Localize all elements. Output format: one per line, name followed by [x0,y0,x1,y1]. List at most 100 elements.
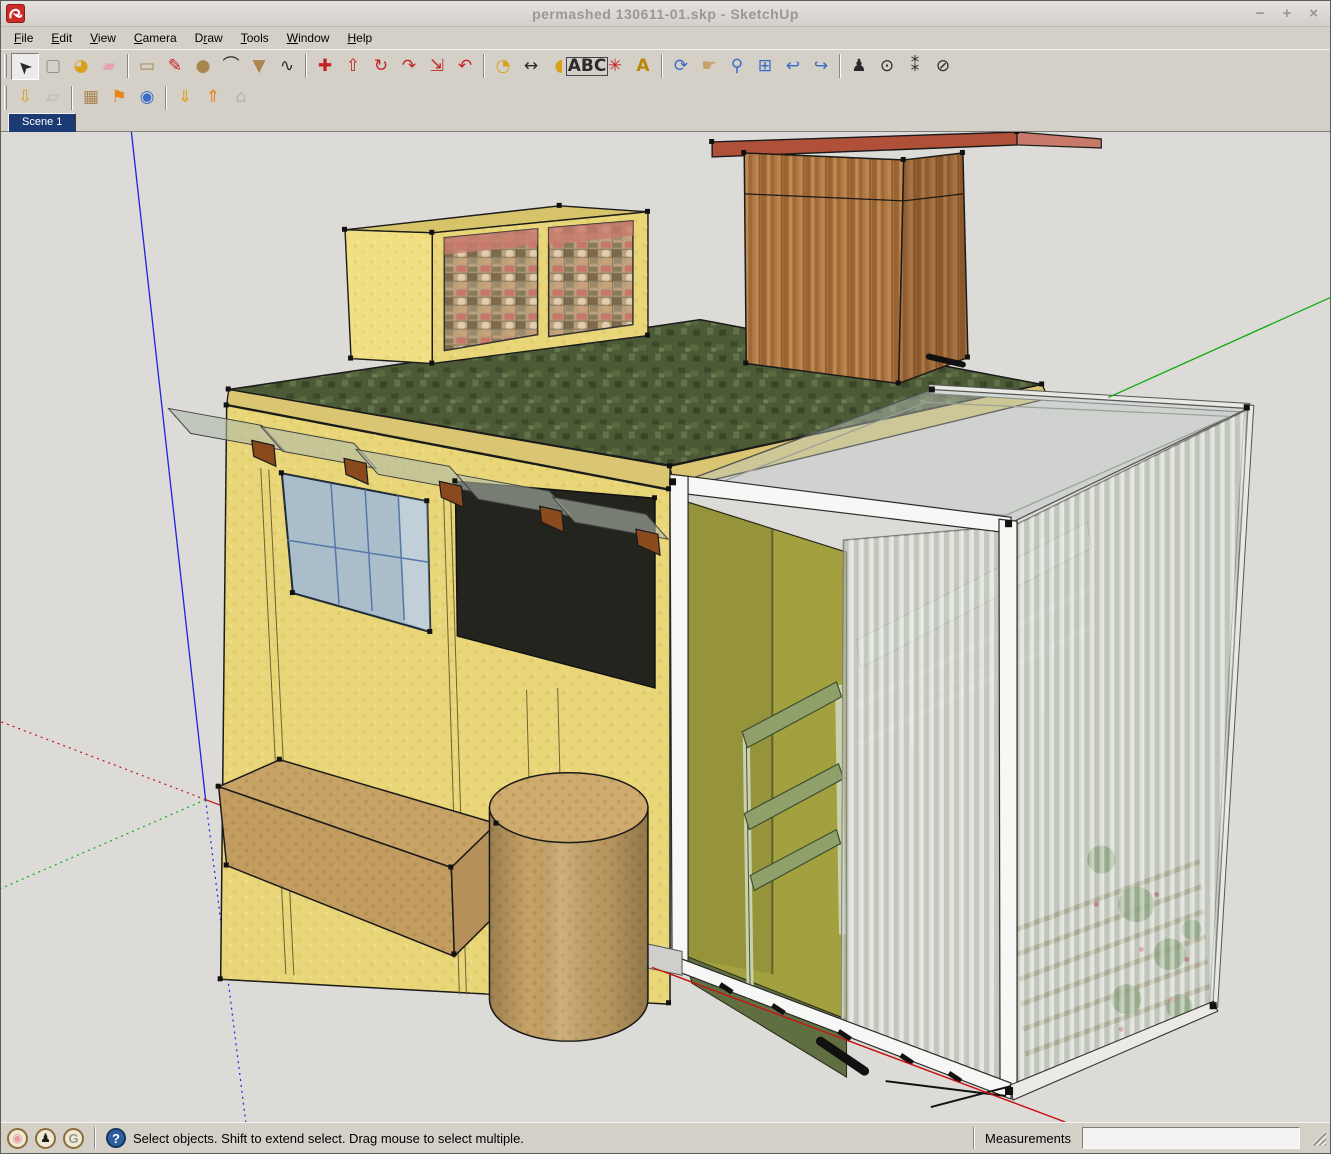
arc-tool-button[interactable]: ⌒ [217,53,245,80]
look-around-eye-icon: ⊙ [880,58,894,75]
close-button[interactable]: × [1309,6,1318,21]
scale-tool-button[interactable]: ⇲ [423,53,451,80]
offset-tool-button[interactable]: ↶ [451,53,479,80]
tape-measure-icon: ◔ [496,58,511,75]
orbit-icon: ⟳ [674,58,688,75]
line-tool-button[interactable]: ✎ [161,53,189,80]
make-component-button[interactable]: ▢ [39,53,67,80]
zoom-next-icon: ↪ [814,58,828,75]
zoom-previous-button[interactable]: ↩ [779,53,807,80]
share-component-button[interactable]: ⌂ [227,84,255,111]
menu-camera[interactable]: Camera [125,28,186,48]
protractor-icon: ◖ [555,58,564,75]
pan-hand-icon: ☛ [701,58,716,75]
water-tank[interactable] [712,132,1101,383]
menu-view[interactable]: View [81,28,125,48]
status-bar: ◉ ♟ G ? Select objects. Shift to extend … [1,1122,1330,1153]
arc-icon: ⌒ [223,58,240,75]
follow-me-tool-button[interactable]: ↷ [395,53,423,80]
walk-tool-button[interactable]: ⁑ [901,53,929,80]
get-models-button[interactable]: ⇓ [171,84,199,111]
google-earth-button[interactable]: ◉ [133,84,161,111]
toolbar-grip[interactable] [4,86,7,110]
menu-tools[interactable]: Tools [232,28,278,48]
greenhouse[interactable] [669,384,1254,1107]
toggle-terrain-button[interactable]: ▱ [39,84,67,111]
rotate-tool-button[interactable]: ↻ [367,53,395,80]
window-title: permashed 130611-01.skp - SketchUp [1,6,1330,22]
zoom-extents-button[interactable]: ⊞ [751,53,779,80]
dimensions-button[interactable]: ↔ [517,53,545,80]
sketchup-logo-icon [6,4,25,23]
geolocation-status-icon[interactable]: ◉ [7,1128,28,1149]
title-bar[interactable]: permashed 130611-01.skp - SketchUp − + × [1,1,1330,27]
eraser-icon: ▰ [102,58,115,75]
menu-file[interactable]: File [5,28,42,48]
look-around-button[interactable]: ⊙ [873,53,901,80]
tape-measure-button[interactable]: ◔ [489,53,517,80]
get-models-icon: ⇓ [178,89,192,106]
position-camera-button[interactable]: ♟ [845,53,873,80]
main-toolbar: ➤ ▢ ◕ ▰ ▭ ✎ ● ⌒ ▼ ∿ ✚ ⇧ ↻ ↷ ⇲ ↶ ◔ ↔ ◖ AB… [1,49,1330,82]
status-message: Select objects. Shift to extend select. … [133,1131,524,1146]
get-current-view-button[interactable]: ⇩ [11,84,39,111]
axes-tool-button[interactable]: ✳ [601,53,629,80]
share-model-button[interactable]: ⇑ [199,84,227,111]
measurements-input[interactable] [1082,1127,1300,1149]
follow-me-icon: ↷ [402,58,416,75]
section-plane-icon: ⊘ [936,58,950,75]
status-separator [94,1127,96,1149]
freehand-icon: ∿ [280,58,294,75]
3d-text-icon: A [636,58,649,75]
photo-textures-button[interactable]: ▦ [77,84,105,111]
circle-tool-button[interactable]: ● [189,53,217,80]
tab-scene-1[interactable]: Scene 1 [8,113,76,132]
toolbar-separator [483,54,485,78]
preview-earth-icon: ⚑ [111,89,126,106]
3d-text-button[interactable]: A [629,53,657,80]
menu-draw[interactable]: Draw [186,28,232,48]
maximize-button[interactable]: + [1282,6,1291,21]
share-component-house-icon: ⌂ [236,89,247,106]
credit-attribution-icon[interactable]: ♟ [35,1128,56,1149]
freehand-tool-button[interactable]: ∿ [273,53,301,80]
barrel[interactable] [489,773,647,1041]
share-model-icon: ⇑ [206,89,220,106]
walk-footprints-icon: ⁑ [911,58,920,75]
eraser-button[interactable]: ▰ [95,53,123,80]
resize-grip[interactable] [1311,1131,1326,1146]
google-signin-icon[interactable]: G [63,1128,84,1149]
menu-edit[interactable]: Edit [42,28,81,48]
dimensions-icon: ↔ [524,58,538,75]
polygon-tool-button[interactable]: ▼ [245,53,273,80]
menu-help[interactable]: Help [338,28,381,48]
section-plane-button[interactable]: ⊘ [929,53,957,80]
help-icon[interactable]: ? [106,1128,126,1148]
select-tool-button[interactable]: ➤ [11,53,39,80]
zoom-next-button[interactable]: ↪ [807,53,835,80]
rectangle-tool-button[interactable]: ▭ [133,53,161,80]
move-tool-button[interactable]: ✚ [311,53,339,80]
measurements-label: Measurements [985,1131,1071,1146]
storage-box[interactable] [345,206,648,364]
menu-window[interactable]: Window [278,28,339,48]
push-pull-tool-button[interactable]: ⇧ [339,53,367,80]
toolbar-separator [305,54,307,78]
paint-bucket-button[interactable]: ◕ [67,53,95,80]
zoom-tool-button[interactable]: ⚲ [723,53,751,80]
orbit-tool-button[interactable]: ⟳ [667,53,695,80]
model-viewport[interactable] [1,132,1330,1122]
pencil-icon: ✎ [168,58,182,75]
pan-tool-button[interactable]: ☛ [695,53,723,80]
offset-icon: ↶ [458,58,472,75]
preview-model-in-google-earth-button[interactable]: ⚑ [105,84,133,111]
toolbar-separator [165,86,167,110]
menu-bar: File Edit View Camera Draw Tools Window … [1,27,1330,49]
toolbar-grip[interactable] [4,54,7,78]
google-toolbar: ⇩ ▱ ▦ ⚑ ◉ ⇓ ⇑ ⌂ [1,82,1330,113]
push-pull-icon: ⇧ [346,58,360,75]
text-tool-button[interactable]: ABC [573,53,601,80]
minimize-button[interactable]: − [1256,6,1265,21]
polygon-icon: ▼ [252,58,265,75]
google-earth-globe-icon: ◉ [140,89,155,106]
